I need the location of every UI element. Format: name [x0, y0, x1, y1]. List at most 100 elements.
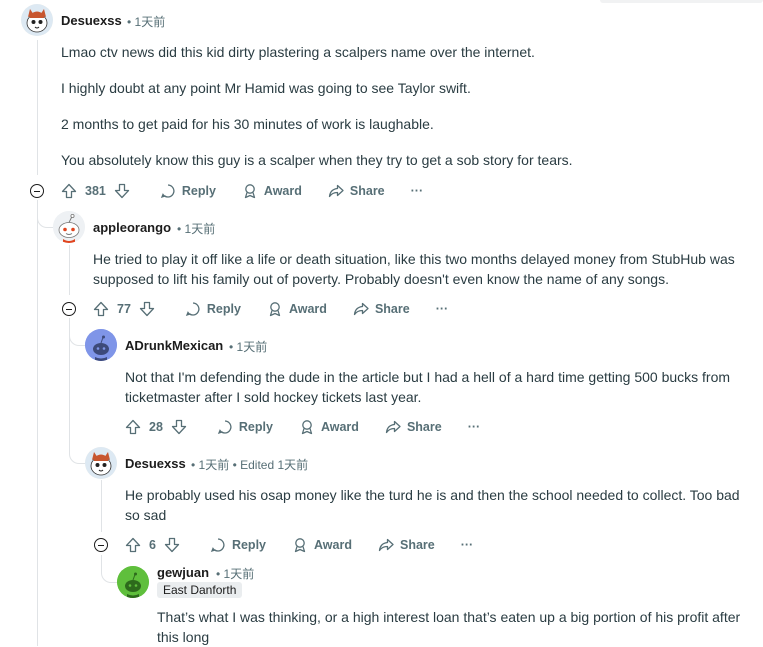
comment-paragraph: Not that I'm defending the dude in the a…: [125, 369, 731, 405]
collapse-button[interactable]: [30, 184, 44, 198]
reply-button[interactable]: Reply: [210, 537, 266, 553]
share-button[interactable]: Share: [353, 301, 410, 317]
share-label: Share: [349, 184, 385, 198]
award-label: Award: [314, 538, 352, 552]
downvote-button[interactable]: [171, 419, 187, 435]
collapse-button[interactable]: [94, 538, 108, 552]
more-options-button[interactable]: ···: [468, 420, 481, 434]
reply-button[interactable]: Reply: [185, 301, 241, 317]
share-button[interactable]: Share: [378, 537, 435, 553]
user-flair: East Danforth: [157, 582, 243, 598]
downvote-icon: [139, 301, 155, 317]
avatar[interactable]: [53, 211, 85, 243]
downvote-button[interactable]: [139, 301, 155, 317]
downvote-button[interactable]: [164, 537, 180, 553]
award-icon: [244, 184, 256, 199]
comment-body: Not that I'm defending the dude in the a…: [125, 367, 740, 407]
timestamp: • 1天前: [216, 567, 255, 581]
thread-line: [37, 200, 38, 646]
comment-paragraph: He probably used his osap money like the…: [125, 487, 740, 523]
timestamp: • 1天前 • Edited 1天前: [191, 458, 309, 472]
reply-button[interactable]: Reply: [217, 419, 273, 435]
comment-body: He tried to play it off like a life or d…: [93, 249, 743, 289]
thread-line: [37, 40, 38, 175]
thread-elbow: [101, 555, 118, 583]
award-button[interactable]: Award: [242, 183, 302, 199]
award-icon: [269, 302, 281, 317]
vote-count: 28: [149, 420, 163, 434]
comment-actions: 77 Reply Award Share ···: [93, 297, 474, 321]
avatar[interactable]: [117, 566, 149, 598]
award-button[interactable]: Award: [292, 537, 352, 553]
award-button[interactable]: Award: [267, 301, 327, 317]
thread-elbow: [37, 200, 54, 228]
thread-line: [101, 480, 102, 532]
share-icon: [385, 420, 401, 434]
reply-label: Reply: [238, 420, 273, 434]
collapse-button[interactable]: [62, 302, 76, 316]
username[interactable]: Desuexss: [61, 13, 122, 28]
share-label: Share: [406, 420, 442, 434]
username[interactable]: Desuexss: [125, 456, 186, 471]
share-icon: [378, 538, 394, 552]
top-edge-shadow: [600, 0, 763, 3]
snoo-cat-avatar-icon: [21, 4, 53, 36]
snoo-cat-avatar-icon: [85, 447, 117, 479]
thread-elbow: [69, 318, 86, 346]
vote-count: 6: [149, 538, 156, 552]
username[interactable]: appleorango: [93, 220, 171, 235]
award-label: Award: [263, 184, 302, 198]
comment-actions: 6 Reply Award Share ···: [125, 533, 499, 557]
share-button[interactable]: Share: [328, 183, 385, 199]
avatar[interactable]: [85, 329, 117, 361]
vote-count: 77: [117, 302, 131, 316]
timestamp: • 1天前: [177, 222, 216, 236]
more-options-button[interactable]: ···: [461, 538, 474, 552]
award-label: Award: [288, 302, 327, 316]
comment-paragraph: 2 months to get paid for his 30 minutes …: [61, 116, 434, 132]
award-icon: [301, 420, 313, 435]
comment-actions: 381 Reply Award Share ···: [61, 179, 449, 203]
award-label: Award: [320, 420, 359, 434]
comment-paragraph: Lmao ctv news did this kid dirty plaster…: [61, 44, 535, 60]
snoo-avatar-icon: [53, 211, 85, 243]
downvote-button[interactable]: [114, 183, 130, 199]
upvote-icon: [93, 301, 109, 317]
timestamp-text: 1天前: [134, 15, 166, 29]
reply-label: Reply: [181, 184, 216, 198]
upvote-button[interactable]: [125, 419, 141, 435]
upvote-icon: [125, 419, 141, 435]
comment-bubble-icon: [210, 538, 225, 553]
upvote-button[interactable]: [93, 301, 109, 317]
reply-label: Reply: [206, 302, 241, 316]
timestamp-text: 1天前: [223, 567, 255, 581]
reply-button[interactable]: Reply: [160, 183, 216, 199]
upvote-button[interactable]: [125, 537, 141, 553]
upvote-button[interactable]: [61, 183, 77, 199]
downvote-icon: [164, 537, 180, 553]
vote-count: 381: [85, 184, 106, 198]
share-icon: [328, 184, 344, 198]
downvote-icon: [171, 419, 187, 435]
share-label: Share: [399, 538, 435, 552]
comment-paragraph: You absolutely know this guy is a scalpe…: [61, 152, 573, 168]
comment-body: He probably used his osap money like the…: [125, 485, 745, 525]
snoo-avatar-icon: [85, 329, 117, 361]
avatar[interactable]: [85, 447, 117, 479]
more-options-button[interactable]: ···: [436, 302, 449, 316]
timestamp: • 1天前: [127, 15, 166, 29]
comment-bubble-icon: [217, 420, 232, 435]
more-options-button[interactable]: ···: [411, 184, 424, 198]
username[interactable]: ADrunkMexican: [125, 338, 223, 353]
upvote-icon: [125, 537, 141, 553]
timestamp-text: 1天前: [198, 458, 230, 472]
comment-bubble-icon: [160, 184, 175, 199]
award-button[interactable]: Award: [299, 419, 359, 435]
username[interactable]: gewjuan: [157, 565, 209, 580]
timestamp: • 1天前: [229, 340, 268, 354]
timestamp-text: 1天前: [236, 340, 268, 354]
share-button[interactable]: Share: [385, 419, 442, 435]
share-icon: [353, 302, 369, 316]
avatar[interactable]: [21, 4, 53, 36]
comment-paragraph: I highly doubt at any point Mr Hamid was…: [61, 80, 471, 96]
